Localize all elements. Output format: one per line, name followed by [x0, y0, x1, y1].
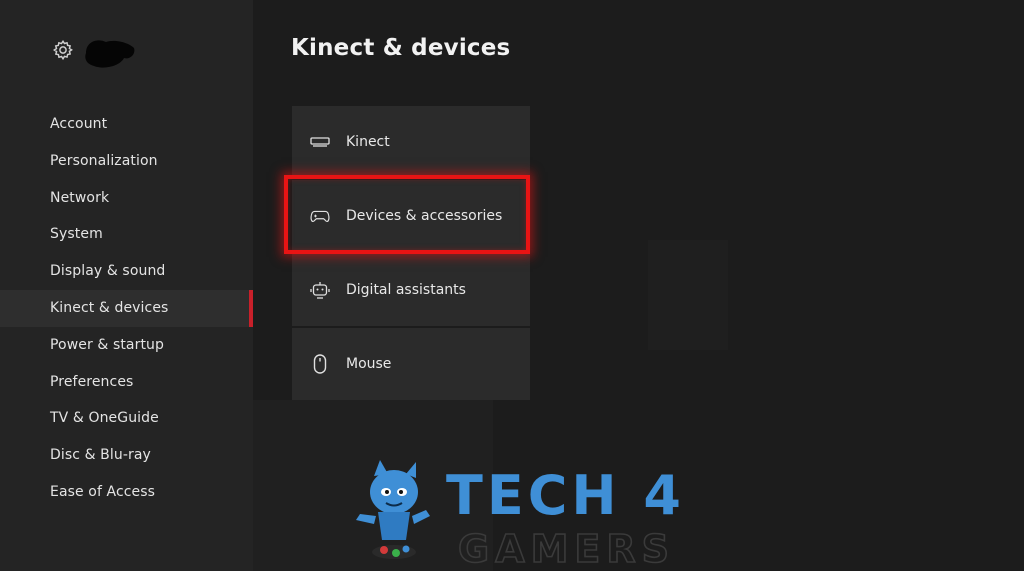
settings-nav: Account Personalization Network System D…: [0, 106, 253, 511]
assistant-icon: [310, 282, 330, 299]
mouse-icon: [313, 354, 327, 374]
sidebar-item-disc-bluray[interactable]: Disc & Blu-ray: [0, 437, 253, 474]
kinect-devices-tiles: Kinect Devices & accessories Digital ass…: [284, 106, 530, 402]
tile-label: Mouse: [346, 356, 392, 372]
tile-mouse[interactable]: Mouse: [292, 328, 530, 400]
tile-label: Kinect: [346, 134, 390, 150]
sidebar-item-network[interactable]: Network: [0, 180, 253, 217]
sidebar-item-personalization[interactable]: Personalization: [0, 143, 253, 180]
kinect-sensor-icon: [310, 137, 330, 147]
tech4gamers-watermark-logo: TECH 4 GAMERS: [356, 460, 680, 568]
settings-sidebar: Account Personalization Network System D…: [0, 0, 253, 571]
sidebar-item-ease-of-access[interactable]: Ease of Access: [0, 474, 253, 511]
sidebar-item-preferences[interactable]: Preferences: [0, 364, 253, 401]
gear-icon: [52, 39, 73, 61]
sidebar-item-account[interactable]: Account: [0, 106, 253, 143]
sidebar-item-kinect-devices[interactable]: Kinect & devices: [0, 289, 253, 327]
tile-kinect[interactable]: Kinect: [292, 106, 530, 178]
sidebar-item-display-sound[interactable]: Display & sound: [0, 253, 253, 290]
tile-digital-assistants[interactable]: Digital assistants: [292, 254, 530, 326]
sidebar-item-tv-oneguide[interactable]: TV & OneGuide: [0, 400, 253, 437]
mascot-icon: [356, 460, 430, 559]
background-ghost-panel: [648, 240, 728, 350]
xbox-settings-screen: Account Personalization Network System D…: [0, 0, 1024, 571]
sidebar-item-power-startup[interactable]: Power & startup: [0, 327, 253, 364]
page-title: Kinect & devices: [291, 35, 511, 61]
avatar: [85, 40, 135, 68]
tile-label: Devices & accessories: [346, 208, 503, 224]
tile-label: Digital assistants: [346, 282, 466, 298]
watermark-line1: TECH 4: [446, 464, 680, 527]
sidebar-item-system[interactable]: System: [0, 216, 253, 253]
controller-icon: [310, 210, 330, 223]
watermark-line2: GAMERS: [458, 527, 675, 568]
tile-devices-accessories[interactable]: Devices & accessories: [284, 175, 530, 254]
